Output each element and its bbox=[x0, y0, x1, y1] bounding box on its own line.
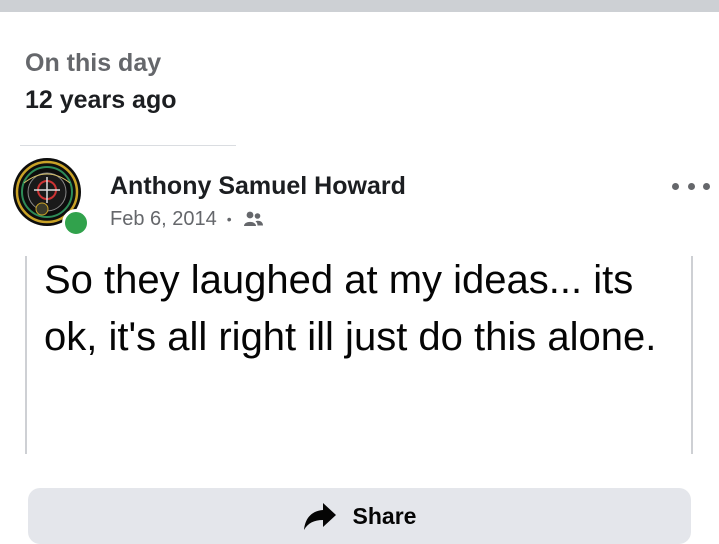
post-text: So they laughed at my ideas... its ok, i… bbox=[44, 258, 657, 359]
share-button[interactable]: Share bbox=[28, 488, 691, 544]
section-divider bbox=[20, 145, 236, 146]
friends-icon[interactable] bbox=[242, 208, 264, 230]
meta-separator: • bbox=[226, 211, 232, 227]
memory-years-ago: 12 years ago bbox=[25, 86, 177, 114]
post-date[interactable]: Feb 6, 2014 bbox=[110, 208, 217, 231]
more-options-icon[interactable] bbox=[672, 172, 710, 200]
author-name[interactable]: Anthony Samuel Howard bbox=[110, 171, 406, 201]
more-dot bbox=[672, 182, 679, 190]
author-avatar[interactable] bbox=[12, 157, 90, 237]
memory-heading: On this day bbox=[25, 49, 162, 77]
post-meta: Feb 6, 2014 • bbox=[110, 205, 264, 233]
more-dot bbox=[687, 182, 695, 190]
share-arrow-icon bbox=[303, 503, 336, 530]
top-divider-bar bbox=[0, 0, 719, 12]
more-dot bbox=[703, 182, 710, 190]
share-label: Share bbox=[352, 502, 417, 529]
online-status-dot bbox=[62, 209, 90, 237]
